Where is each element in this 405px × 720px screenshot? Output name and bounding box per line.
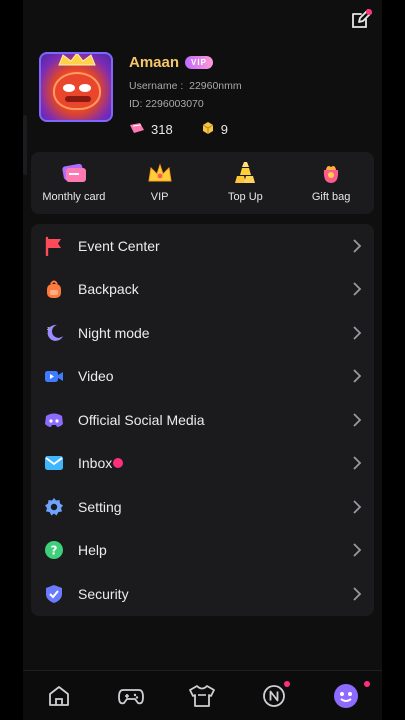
nav-profile[interactable]: [310, 671, 382, 720]
quick-label: Monthly card: [42, 191, 106, 203]
profile-screen: Amaan VIP Username : 22960nmm ID: 229600…: [23, 0, 382, 720]
gamepad-icon: [117, 688, 144, 704]
quick-vip[interactable]: VIP: [117, 152, 203, 214]
menu-item-night-mode[interactable]: z Night mode: [31, 311, 374, 355]
unread-dot: [113, 458, 124, 469]
quick-top-up[interactable]: Top Up: [203, 152, 289, 214]
quick-monthly-card[interactable]: Monthly card: [31, 152, 117, 214]
gold-bars-icon: [232, 160, 258, 186]
notification-n-icon: [263, 684, 286, 707]
chevron-right-icon: [353, 369, 362, 383]
backpack-icon: [43, 278, 65, 300]
help-icon: ?: [43, 539, 65, 561]
avatar[interactable]: [39, 52, 113, 122]
nav-home[interactable]: [23, 671, 95, 720]
chevron-right-icon: [353, 282, 362, 296]
menu-label: Official Social Media: [78, 411, 205, 428]
menu-item-security[interactable]: Security: [31, 572, 374, 616]
chevron-right-icon: [353, 239, 362, 253]
svg-text:z: z: [47, 326, 50, 332]
nav-shop[interactable]: [167, 671, 239, 720]
flag-icon: [43, 235, 65, 257]
menu-label: Event Center: [78, 237, 160, 254]
bottom-nav: [23, 670, 382, 720]
menu-label: Backpack: [78, 281, 139, 298]
svg-text:?: ?: [51, 544, 58, 558]
profile-name: Amaan: [129, 54, 180, 71]
quick-label: VIP: [150, 191, 169, 203]
user-id-text: ID: 2296003070: [129, 98, 204, 110]
shield-icon: [43, 583, 65, 605]
edge-marker: [23, 115, 27, 175]
mail-icon: [43, 452, 65, 474]
monthly-card-icon: [61, 160, 87, 186]
gear-icon: [43, 496, 65, 518]
username-text: Username : 22960nmm: [129, 80, 242, 92]
coupon-icon: [129, 122, 145, 137]
quick-label: Top Up: [227, 191, 263, 203]
quick-actions: Monthly card VIP Top Up Gift bag: [31, 152, 374, 214]
edit-icon[interactable]: [350, 8, 372, 30]
discord-icon: [43, 409, 65, 431]
menu-label: Setting: [78, 498, 122, 515]
moon-icon: z: [43, 322, 65, 344]
video-camera-icon: [43, 365, 65, 387]
vip-badge: VIP: [185, 56, 213, 69]
notification-dot: [363, 681, 370, 687]
menu-label: Help: [78, 542, 107, 559]
menu-item-video[interactable]: Video: [31, 355, 374, 399]
chevron-right-icon: [353, 326, 362, 340]
gift-bag-icon: [318, 160, 344, 186]
gold-icon: [201, 121, 215, 138]
nav-games[interactable]: [95, 671, 167, 720]
profile-header: Amaan VIP Username : 22960nmm ID: 229600…: [39, 52, 369, 144]
quick-label: Gift bag: [311, 191, 351, 203]
coupon-count: 318: [151, 122, 173, 137]
menu-label: Security: [78, 585, 129, 602]
nav-notifications[interactable]: [238, 671, 310, 720]
inbox-label: Inbox: [78, 455, 113, 472]
menu-item-backpack[interactable]: Backpack: [31, 268, 374, 312]
menu-item-setting[interactable]: Setting: [31, 485, 374, 529]
menu-item-event-center[interactable]: Event Center: [31, 224, 374, 268]
shirt-icon: [189, 684, 216, 707]
menu-item-official-social-media[interactable]: Official Social Media: [31, 398, 374, 442]
menu-label: Inbox: [78, 455, 124, 472]
wallet-stats: 318 9: [129, 121, 228, 138]
menu-item-help[interactable]: ? Help: [31, 529, 374, 573]
chevron-right-icon: [353, 413, 362, 427]
chevron-right-icon: [353, 543, 362, 557]
chevron-right-icon: [353, 456, 362, 470]
menu-item-inbox[interactable]: Inbox: [31, 442, 374, 486]
home-icon: [48, 685, 69, 706]
gold-count: 9: [220, 122, 228, 137]
quick-gift-bag[interactable]: Gift bag: [288, 152, 374, 214]
crown-icon: [147, 160, 173, 186]
chevron-right-icon: [353, 500, 362, 514]
menu-label: Video: [78, 368, 114, 385]
chevron-right-icon: [353, 587, 362, 601]
settings-menu: Event Center Backpack z Night mode Video: [31, 224, 374, 616]
menu-label: Night mode: [78, 324, 150, 341]
profile-avatar-icon: [334, 683, 359, 708]
notification-dot: [284, 681, 291, 687]
